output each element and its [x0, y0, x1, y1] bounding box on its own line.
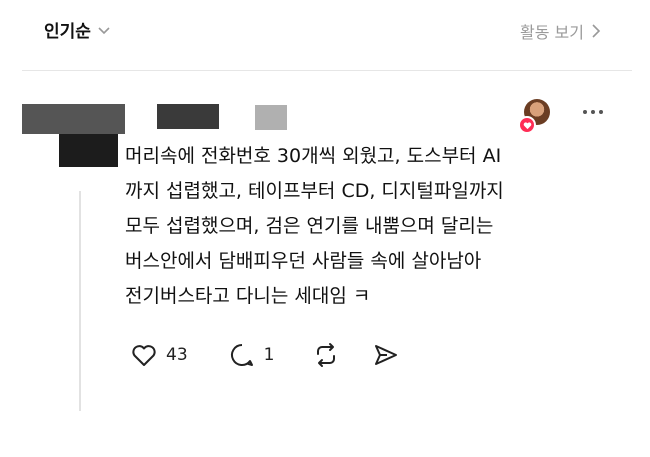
comment-icon: [230, 344, 253, 366]
heart-icon: [518, 116, 536, 134]
activity-label: 활동 보기: [520, 23, 584, 42]
action-bar: 43 1: [130, 341, 400, 369]
comment-count: 1: [263, 345, 275, 365]
like-icon: [132, 345, 156, 366]
like-count: 43: [166, 345, 188, 365]
share-icon: [375, 345, 398, 365]
chevron-right-icon: [592, 24, 601, 38]
redacted-block: [255, 105, 287, 130]
sort-label: 인기순: [44, 22, 91, 42]
comment-button[interactable]: 1: [228, 341, 275, 369]
view-activity-link[interactable]: 활동 보기: [520, 19, 602, 43]
repost-button[interactable]: [312, 341, 340, 369]
more-icon[interactable]: [580, 104, 606, 118]
redacted-block: [59, 134, 118, 167]
redacted-username: [22, 104, 125, 134]
thread-line: [79, 191, 81, 411]
redacted-block: [157, 104, 219, 129]
like-button[interactable]: 43: [130, 341, 188, 369]
chevron-down-icon: [98, 26, 110, 34]
header: 인기순 활동 보기: [0, 0, 650, 70]
repost-icon: [317, 343, 336, 367]
post-body: 머리속에 전화번호 30개씩 외웠고, 도스부터 AI 까지 섭렵했고, 테이프…: [125, 145, 504, 307]
share-button[interactable]: [372, 341, 400, 369]
sort-dropdown[interactable]: 인기순: [44, 17, 111, 42]
comment-post: 머리속에 전화번호 30개씩 외웠고, 도스부터 AI 까지 섭렵했고, 테이프…: [0, 71, 650, 457]
